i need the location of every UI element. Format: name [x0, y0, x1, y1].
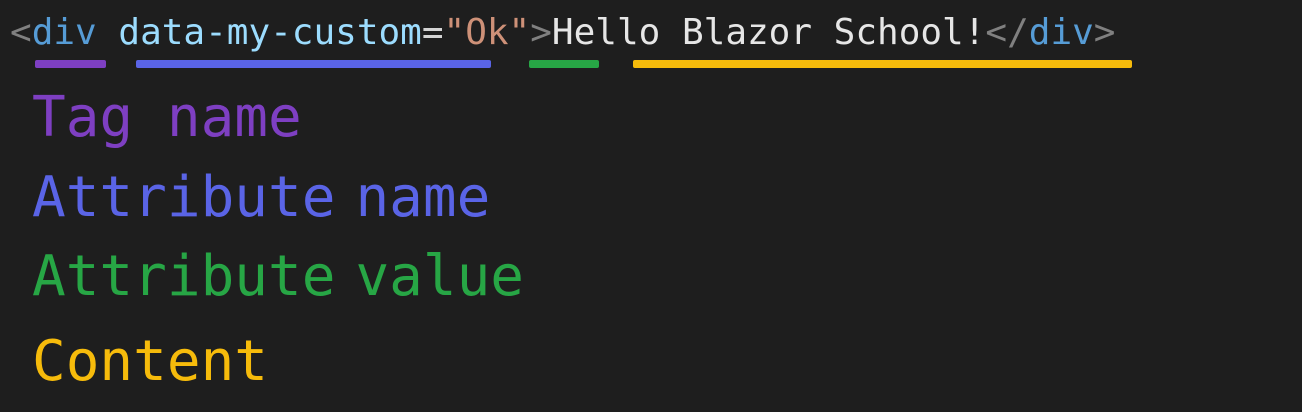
- attribute-name-underline: [136, 60, 491, 68]
- legend-tag-name: Tag name: [32, 85, 302, 150]
- close-angle-bracket: >: [530, 12, 552, 53]
- legend-attribute-value-word2: value: [355, 244, 525, 309]
- legend-attribute-value-word1: Attribute: [32, 244, 336, 309]
- attribute-value-token: "Ok": [443, 12, 531, 53]
- attribute-value-underline: [529, 60, 599, 68]
- attribute-name-token: data-my-custom: [118, 12, 422, 53]
- legend-attribute-name-word1: Attribute: [32, 165, 336, 230]
- tag-name-underline: [35, 60, 106, 68]
- end-tag-open-token: </: [985, 12, 1029, 53]
- equals-token: =: [421, 12, 444, 53]
- content-underline: [633, 60, 1132, 68]
- content-token: Hello Blazor School!: [551, 12, 986, 53]
- end-tag-close-token: >: [1093, 12, 1116, 53]
- legend-attribute-value: Attribute value: [32, 245, 524, 309]
- tag-name-token: div: [31, 12, 97, 53]
- legend-attribute-name: Attribute name: [32, 166, 490, 230]
- legend-attribute-name-word2: name: [355, 165, 491, 230]
- html-code-line: <div data-my-custom="Ok">Hello Blazor Sc…: [10, 8, 1115, 58]
- legend-content: Content: [32, 329, 269, 394]
- open-angle-bracket: <: [10, 12, 32, 53]
- end-tag-name-token: div: [1028, 12, 1094, 53]
- diagram-canvas: <div data-my-custom="Ok">Hello Blazor Sc…: [0, 0, 1302, 412]
